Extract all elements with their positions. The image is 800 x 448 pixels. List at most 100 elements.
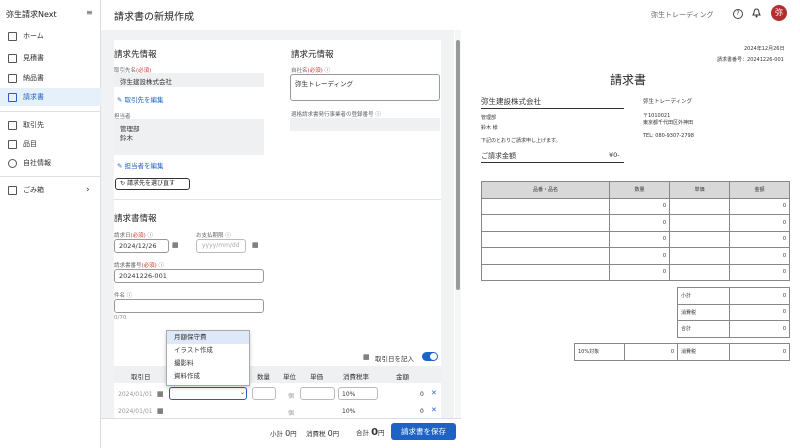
issuer-section-title: 請求元情報 — [291, 50, 334, 60]
table-row: 00 — [481, 263, 790, 281]
edit-person-link[interactable]: ✎ 担当者を編集 — [117, 160, 164, 170]
dropdown-option[interactable]: 月額保守費 — [167, 331, 249, 344]
client-section-title: 請求先情報 — [114, 50, 157, 60]
reselect-client-button[interactable]: ↻ 請求先を選び直す — [115, 178, 190, 190]
preview-number: 請求書番号：20241226-001 — [717, 57, 784, 63]
scrollbar-thumb[interactable] — [456, 40, 460, 290]
qty-input[interactable] — [252, 387, 276, 400]
calendar-icon[interactable]: ▦ — [252, 241, 259, 249]
sidebar-item-invoices[interactable]: 請求書 — [0, 88, 101, 106]
item-select[interactable] — [169, 387, 247, 400]
table-header — [114, 366, 441, 383]
form-scrollbar[interactable] — [455, 30, 461, 418]
col-amount: 金額 — [396, 373, 409, 381]
preview-tax-table: 10%対象 0 消費税 0 — [574, 343, 790, 361]
trash-icon — [8, 185, 17, 195]
home-icon — [8, 31, 17, 41]
invoice-number-label: 請求書番号(必須) ⓘ — [114, 263, 165, 269]
preview-person: 鈴木 様 — [481, 125, 498, 131]
divider — [114, 199, 441, 200]
row-tax: 10% — [342, 408, 356, 415]
calendar-icon[interactable]: ▦ — [157, 390, 164, 398]
row-unit: 個 — [288, 393, 295, 400]
chevron-down-icon: ⌄ — [240, 389, 246, 396]
registration-number-label: 適格請求書発行事業者の登録番号 ⓘ — [291, 112, 381, 118]
avatar[interactable]: 弥 — [771, 5, 787, 21]
app-logo: 弥生請求Next — [6, 10, 57, 19]
registration-number-field — [290, 118, 440, 131]
footer-tax: 消費税 0円 — [306, 429, 340, 438]
col-price: 単価 — [310, 373, 323, 381]
sidebar — [0, 0, 101, 448]
price-input[interactable] — [300, 387, 335, 400]
sidebar-item-company[interactable]: 自社情報 — [0, 154, 101, 172]
table-row: 00 — [481, 247, 790, 265]
help-icon[interactable]: ? — [733, 9, 743, 19]
row-date: 2024/01/01 — [118, 408, 153, 415]
company-switcher[interactable]: 弥生トレーディング — [651, 10, 714, 20]
sidebar-item-delivery[interactable]: 納品書 — [0, 69, 101, 87]
preview-address: 東京都千代田区外神田 — [643, 120, 694, 126]
sidebar-item-trash[interactable]: ごみ箱 › — [0, 181, 101, 199]
building-icon — [8, 120, 17, 130]
dropdown-option[interactable]: 撮影料 — [167, 357, 249, 370]
preview-col-item: 品番・品名 — [481, 181, 610, 199]
document-icon — [8, 92, 17, 102]
preview-col-price: 単価 — [669, 181, 730, 199]
due-date-label: お支払期限 ⓘ — [196, 233, 231, 239]
preview-client: 弥生建設株式会社 — [481, 96, 624, 109]
collapse-sidebar-icon[interactable]: ≡ — [86, 8, 93, 17]
delete-row-icon[interactable]: ✕ — [431, 389, 437, 397]
calendar-icon[interactable]: ▦ — [157, 407, 164, 415]
dropdown-option[interactable]: 資料作成 — [167, 370, 249, 383]
row-date: 2024/01/01 — [118, 391, 153, 398]
preview-col-amount: 金額 — [729, 181, 790, 199]
footer-subtotal: 小計 0円 — [270, 429, 297, 438]
gear-icon — [8, 158, 17, 168]
sidebar-item-home[interactable]: ホーム — [0, 27, 101, 45]
sidebar-item-clients[interactable]: 取引先 — [0, 116, 101, 134]
page-title: 請求書の新規作成 — [114, 12, 194, 23]
calendar-icon[interactable]: ▦ — [172, 241, 179, 249]
subject-label: 件名 ⓘ — [114, 293, 133, 299]
invoice-section-title: 請求書情報 — [114, 214, 157, 224]
date-toggle-label: 取引日を記入 — [375, 355, 414, 363]
row-tax: 10% — [342, 391, 356, 398]
item-dropdown: 月額保守費 イラスト作成 撮影料 資料作成 — [166, 330, 250, 386]
preview-dept: 管理部 — [481, 115, 497, 121]
subject-input[interactable] — [114, 299, 264, 313]
preview-col-qty: 数量 — [609, 181, 670, 199]
due-date-placeholder: yyyy/mm/dd — [202, 242, 240, 249]
delete-row-icon[interactable]: ✕ — [431, 406, 437, 414]
invoice-date: 2024/12/26 — [119, 242, 157, 250]
preview-amount-row: ご請求金額 ¥0- — [481, 151, 624, 163]
sidebar-item-quotes[interactable]: 見積書 — [0, 49, 101, 67]
sidebar-item-items[interactable]: 品目 — [0, 135, 101, 153]
preview-greeting: 下記のとおりご請求申し上げます。 — [481, 138, 561, 144]
calendar-icon: ▦ — [363, 353, 370, 361]
preview-issuer: 弥生トレーディング — [643, 99, 693, 105]
document-icon — [8, 73, 17, 83]
date-toggle-switch[interactable] — [422, 352, 438, 361]
table-row: 00 — [481, 214, 790, 232]
preview-totals-table: 小計 0 消費税 0 合計 0 — [677, 287, 790, 338]
footer-total: 合計 0円 — [356, 427, 385, 438]
box-icon — [8, 139, 17, 149]
divider — [0, 176, 101, 177]
row-unit: 個 — [288, 410, 295, 417]
row-amount: 0 — [420, 391, 424, 398]
save-invoice-button[interactable]: 請求書を保存 — [391, 423, 456, 440]
preview-date: 2024年12月26日 — [744, 46, 785, 52]
dropdown-option[interactable]: イラスト作成 — [167, 344, 249, 357]
edit-client-link[interactable]: ✎ 取引先を編集 — [117, 94, 164, 104]
col-date: 取引日 — [131, 373, 151, 381]
person-line-2: 鈴木 — [120, 134, 133, 142]
client-name: 弥生建設株式会社 — [120, 78, 172, 86]
issuer-name-label: 自社名(必須) ⓘ — [291, 68, 331, 74]
preview-title: 請求書 — [610, 73, 647, 87]
col-tax: 消費税率 — [343, 373, 369, 381]
bell-icon[interactable] — [752, 8, 761, 18]
table-row: 00 — [481, 197, 790, 215]
invoice-number: 20241226-001 — [119, 272, 167, 280]
document-icon — [8, 53, 17, 63]
